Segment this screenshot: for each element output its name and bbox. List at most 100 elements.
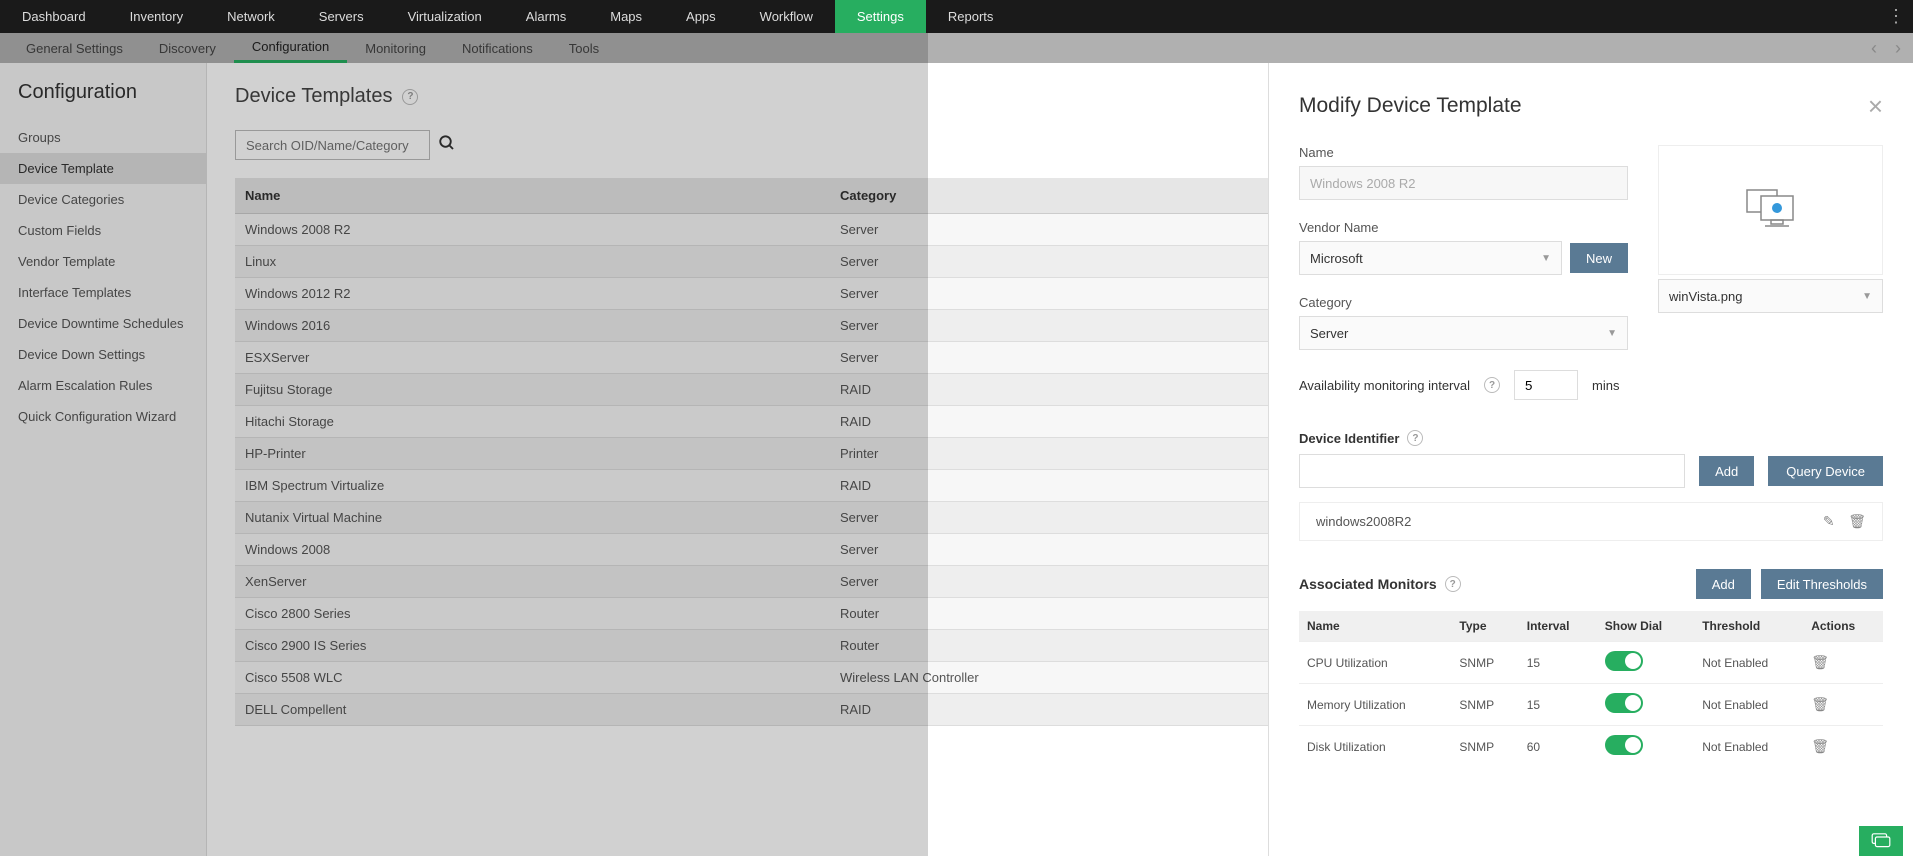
sidebar-item-custom-fields[interactable]: Custom Fields bbox=[0, 215, 206, 246]
new-vendor-button[interactable]: New bbox=[1570, 243, 1628, 273]
cell-name: Windows 2008 bbox=[235, 534, 830, 566]
topnav-item-workflow[interactable]: Workflow bbox=[738, 0, 835, 33]
search-input[interactable] bbox=[235, 130, 430, 160]
sidebar-item-vendor-template[interactable]: Vendor Template bbox=[0, 246, 206, 277]
cell-name: ESXServer bbox=[235, 342, 830, 374]
topnav-item-reports[interactable]: Reports bbox=[926, 0, 1016, 33]
edit-icon[interactable]: ✎ bbox=[1823, 513, 1835, 529]
image-file-select[interactable]: winVista.png ▼ bbox=[1658, 279, 1883, 313]
cell-name: XenServer bbox=[235, 566, 830, 598]
avail-label: Availability monitoring interval bbox=[1299, 378, 1470, 393]
topnav-item-dashboard[interactable]: Dashboard bbox=[0, 0, 108, 33]
subnav-item-discovery[interactable]: Discovery bbox=[141, 33, 234, 63]
sidebar-item-device-downtime-schedules[interactable]: Device Downtime Schedules bbox=[0, 308, 206, 339]
delete-monitor-icon[interactable]: 🗑 bbox=[1811, 654, 1829, 670]
topnav-item-virtualization[interactable]: Virtualization bbox=[386, 0, 504, 33]
sub-nav: General SettingsDiscoveryConfigurationMo… bbox=[0, 33, 1913, 63]
mcol-name: Name bbox=[1299, 611, 1451, 642]
topnav-spacer bbox=[1015, 0, 1877, 33]
query-device-button[interactable]: Query Device bbox=[1768, 456, 1883, 486]
delete-icon[interactable]: 🗑 bbox=[1848, 513, 1866, 529]
avail-unit: mins bbox=[1592, 378, 1619, 393]
sidebar-item-quick-configuration-wizard[interactable]: Quick Configuration Wizard bbox=[0, 401, 206, 432]
sidebar-item-device-down-settings[interactable]: Device Down Settings bbox=[0, 339, 206, 370]
name-input[interactable] bbox=[1299, 166, 1628, 200]
help-icon[interactable]: ? bbox=[402, 89, 418, 105]
category-select[interactable]: Server ▼ bbox=[1299, 316, 1628, 350]
topnav-item-maps[interactable]: Maps bbox=[588, 0, 664, 33]
showdial-toggle[interactable] bbox=[1605, 693, 1643, 713]
vendor-select[interactable]: Microsoft ▼ bbox=[1299, 241, 1562, 275]
category-label: Category bbox=[1299, 295, 1628, 310]
vendor-value: Microsoft bbox=[1310, 251, 1363, 266]
topnav-item-settings[interactable]: Settings bbox=[835, 0, 926, 33]
help-icon[interactable]: ? bbox=[1484, 377, 1500, 393]
sidebar-item-device-template[interactable]: Device Template bbox=[0, 153, 206, 184]
avail-interval-input[interactable] bbox=[1514, 370, 1578, 400]
cell-name: Cisco 2800 Series bbox=[235, 598, 830, 630]
add-monitor-button[interactable]: Add bbox=[1696, 569, 1751, 599]
topnav-item-apps[interactable]: Apps bbox=[664, 0, 738, 33]
cell-name: Linux bbox=[235, 246, 830, 278]
chat-fab-icon[interactable] bbox=[1859, 826, 1903, 856]
mcol-interval: Interval bbox=[1519, 611, 1597, 642]
cell-name: Cisco 2900 IS Series bbox=[235, 630, 830, 662]
subnav-item-general-settings[interactable]: General Settings bbox=[8, 33, 141, 63]
image-file-value: winVista.png bbox=[1669, 289, 1742, 304]
chevron-down-icon: ▼ bbox=[1541, 253, 1551, 264]
mcell-name: Disk Utilization bbox=[1299, 726, 1451, 768]
more-menu-icon[interactable]: ⋮ bbox=[1877, 0, 1913, 33]
col-name[interactable]: Name bbox=[235, 178, 830, 214]
sidebar-item-alarm-escalation-rules[interactable]: Alarm Escalation Rules bbox=[0, 370, 206, 401]
subnav-next-icon[interactable]: › bbox=[1895, 38, 1901, 59]
sidebar-item-groups[interactable]: Groups bbox=[0, 122, 206, 153]
cell-name: IBM Spectrum Virtualize bbox=[235, 470, 830, 502]
category-value: Server bbox=[1310, 326, 1348, 341]
top-nav: DashboardInventoryNetworkServersVirtuali… bbox=[0, 0, 1913, 33]
device-ident-label: Device Identifier bbox=[1299, 431, 1399, 446]
vendor-label: Vendor Name bbox=[1299, 220, 1628, 235]
help-icon[interactable]: ? bbox=[1407, 430, 1423, 446]
cell-name: Cisco 5508 WLC bbox=[235, 662, 830, 694]
delete-monitor-icon[interactable]: 🗑 bbox=[1811, 696, 1829, 712]
delete-monitor-icon[interactable]: 🗑 bbox=[1811, 738, 1829, 754]
cell-name: Windows 2008 R2 bbox=[235, 214, 830, 246]
subnav-item-configuration[interactable]: Configuration bbox=[234, 33, 347, 63]
mcol-showdial: Show Dial bbox=[1597, 611, 1694, 642]
topnav-item-inventory[interactable]: Inventory bbox=[108, 0, 205, 33]
mcol-type: Type bbox=[1451, 611, 1518, 642]
subnav-prev-icon[interactable]: ‹ bbox=[1871, 38, 1877, 59]
close-icon[interactable]: × bbox=[1868, 93, 1883, 119]
subnav-item-notifications[interactable]: Notifications bbox=[444, 33, 551, 63]
subnav-item-monitoring[interactable]: Monitoring bbox=[347, 33, 444, 63]
monitor-row: Memory UtilizationSNMP15Not Enabled🗑 bbox=[1299, 684, 1883, 726]
identifier-row: windows2008R2 ✎ 🗑 bbox=[1299, 502, 1883, 541]
topnav-item-alarms[interactable]: Alarms bbox=[504, 0, 588, 33]
mcell-type: SNMP bbox=[1451, 642, 1518, 684]
sidebar-item-device-categories[interactable]: Device Categories bbox=[0, 184, 206, 215]
mcol-threshold: Threshold bbox=[1694, 611, 1803, 642]
device-ident-input[interactable] bbox=[1299, 454, 1685, 488]
mcell-type: SNMP bbox=[1451, 684, 1518, 726]
add-identifier-button[interactable]: Add bbox=[1699, 456, 1754, 486]
mcell-threshold: Not Enabled bbox=[1694, 684, 1803, 726]
mcell-interval: 15 bbox=[1519, 684, 1597, 726]
mcell-interval: 15 bbox=[1519, 642, 1597, 684]
subnav-item-tools[interactable]: Tools bbox=[551, 33, 617, 63]
chevron-down-icon: ▼ bbox=[1862, 291, 1872, 302]
edit-thresholds-button[interactable]: Edit Thresholds bbox=[1761, 569, 1883, 599]
chevron-down-icon: ▼ bbox=[1607, 328, 1617, 339]
showdial-toggle[interactable] bbox=[1605, 735, 1643, 755]
cell-name: Fujitsu Storage bbox=[235, 374, 830, 406]
help-icon[interactable]: ? bbox=[1445, 576, 1461, 592]
search-icon[interactable] bbox=[438, 134, 456, 157]
cell-name: Windows 2012 R2 bbox=[235, 278, 830, 310]
mcell-threshold: Not Enabled bbox=[1694, 642, 1803, 684]
cell-name: HP-Printer bbox=[235, 438, 830, 470]
topnav-item-network[interactable]: Network bbox=[205, 0, 297, 33]
showdial-toggle[interactable] bbox=[1605, 651, 1643, 671]
panel-title: Modify Device Template bbox=[1299, 94, 1522, 118]
monitor-row: Disk UtilizationSNMP60Not Enabled🗑 bbox=[1299, 726, 1883, 768]
sidebar-item-interface-templates[interactable]: Interface Templates bbox=[0, 277, 206, 308]
topnav-item-servers[interactable]: Servers bbox=[297, 0, 386, 33]
